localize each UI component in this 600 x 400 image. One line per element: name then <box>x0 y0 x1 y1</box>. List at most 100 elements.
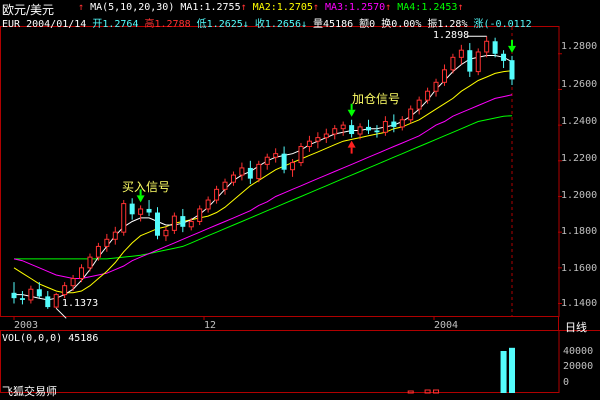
candle-body <box>382 121 388 133</box>
close-value: 收1.2656 <box>254 19 301 30</box>
up-arrow-icon: ↑ <box>385 2 392 13</box>
up-arrow-icon: ↑ <box>240 2 247 13</box>
ma-legend: ↑ MA(5,10,20,30) MA1:1.2755↑ MA2:1.2705↑… <box>78 2 463 13</box>
candle-body <box>188 220 194 228</box>
candle-body <box>180 216 186 227</box>
add-arrow-icon <box>347 109 356 117</box>
candle-body <box>273 153 279 158</box>
ma4-value: MA4:1.2453 <box>397 2 458 13</box>
volume-indicator-label: VOL(0,0,0) <box>2 333 63 344</box>
candle <box>467 43 473 77</box>
candle <box>399 116 405 131</box>
candle <box>247 160 253 184</box>
candle-body <box>425 90 431 101</box>
ma3-value: MA3:1.2570 <box>324 2 386 13</box>
candle-body <box>205 199 211 210</box>
candle <box>458 44 464 65</box>
candle <box>53 292 59 309</box>
candle-body <box>484 40 490 53</box>
candle-body <box>154 212 160 236</box>
candle-body <box>340 124 346 130</box>
ma4-line <box>14 115 513 260</box>
candle-body <box>458 49 464 58</box>
candle-body <box>492 41 498 54</box>
open-value: 开1.2764 <box>92 19 139 30</box>
candle-body <box>441 69 447 83</box>
candle-body <box>19 298 25 300</box>
amount-value: 额0 <box>359 19 376 30</box>
volume-bars <box>407 347 515 394</box>
change-value: 涨(-0.0112 <box>473 19 532 30</box>
volume-bar <box>509 347 515 393</box>
candle-body <box>256 163 262 180</box>
candle-body <box>138 208 144 215</box>
candle <box>501 50 507 69</box>
candle-body <box>290 162 296 171</box>
candle-body <box>112 231 118 240</box>
volume-tick: 0 <box>563 377 570 388</box>
candle-body <box>264 156 270 165</box>
candle <box>197 205 203 226</box>
down-arrow-icon: ↓ <box>300 19 307 30</box>
candle <box>121 200 127 236</box>
candle-body <box>298 146 304 164</box>
candle-body <box>62 285 68 296</box>
candle-body <box>230 174 236 183</box>
x-label-2003: 2003 <box>14 320 39 331</box>
app-name: 飞狐交易师 <box>2 385 57 398</box>
ma3-line <box>13 94 513 279</box>
price-tick: 1.2800 <box>561 41 598 52</box>
quote-info: EUR 2004/01/14 开1.2764 高1.2788 低1.2625↓ … <box>2 15 532 30</box>
x-label-12: 12 <box>204 320 217 331</box>
add-signal-label: 加仓信号 <box>352 92 401 106</box>
candle <box>340 121 346 136</box>
candle-body <box>501 53 507 61</box>
up-arrow-icon: ↑ <box>457 2 464 13</box>
candle <box>492 37 498 58</box>
candle <box>306 135 312 152</box>
low-price-label: 1.1373 <box>62 298 99 309</box>
candle-body <box>104 238 110 247</box>
candle-body <box>450 56 456 71</box>
candle-body <box>129 203 135 215</box>
price-tick: 1.1800 <box>561 226 598 237</box>
candle <box>273 148 279 163</box>
candle-body <box>349 125 355 135</box>
candle-body <box>509 60 515 80</box>
price-tick: 1.2600 <box>561 79 598 90</box>
candle <box>441 64 447 86</box>
candle <box>433 78 439 97</box>
volume-value: 量45186 <box>313 19 354 30</box>
candle <box>146 200 152 217</box>
candle-body <box>45 296 51 308</box>
candle-body <box>323 133 329 139</box>
last-arrow-icon <box>508 45 516 53</box>
candle <box>323 128 329 143</box>
volume-info: VOL(0,0,0) 45186 <box>2 333 98 344</box>
ma-params: MA(5,10,20,30) <box>90 2 175 13</box>
candle <box>171 212 177 234</box>
candle-body <box>374 130 380 133</box>
price-tick: 1.1600 <box>561 263 598 274</box>
candle <box>298 142 304 167</box>
candle <box>87 253 93 272</box>
candle-body <box>399 119 405 128</box>
candle-body <box>95 245 101 258</box>
candle <box>205 196 211 213</box>
buy-signal-label: 买入信号 <box>122 180 171 194</box>
candle-body <box>416 99 422 110</box>
candle-body <box>247 167 253 179</box>
turnover-value: 换0.00% <box>381 19 422 30</box>
price-panel-border <box>0 26 560 317</box>
candle-body <box>163 229 169 237</box>
candle <box>180 208 186 233</box>
candle-body <box>366 126 372 131</box>
candle <box>154 207 160 240</box>
candle-body <box>357 126 363 135</box>
candle-body <box>53 294 59 308</box>
candle-body <box>121 203 127 233</box>
period-selector[interactable]: 日线 <box>565 319 587 335</box>
candle <box>163 226 169 242</box>
price-tick: 1.2000 <box>561 190 598 201</box>
candle-body <box>79 267 85 280</box>
